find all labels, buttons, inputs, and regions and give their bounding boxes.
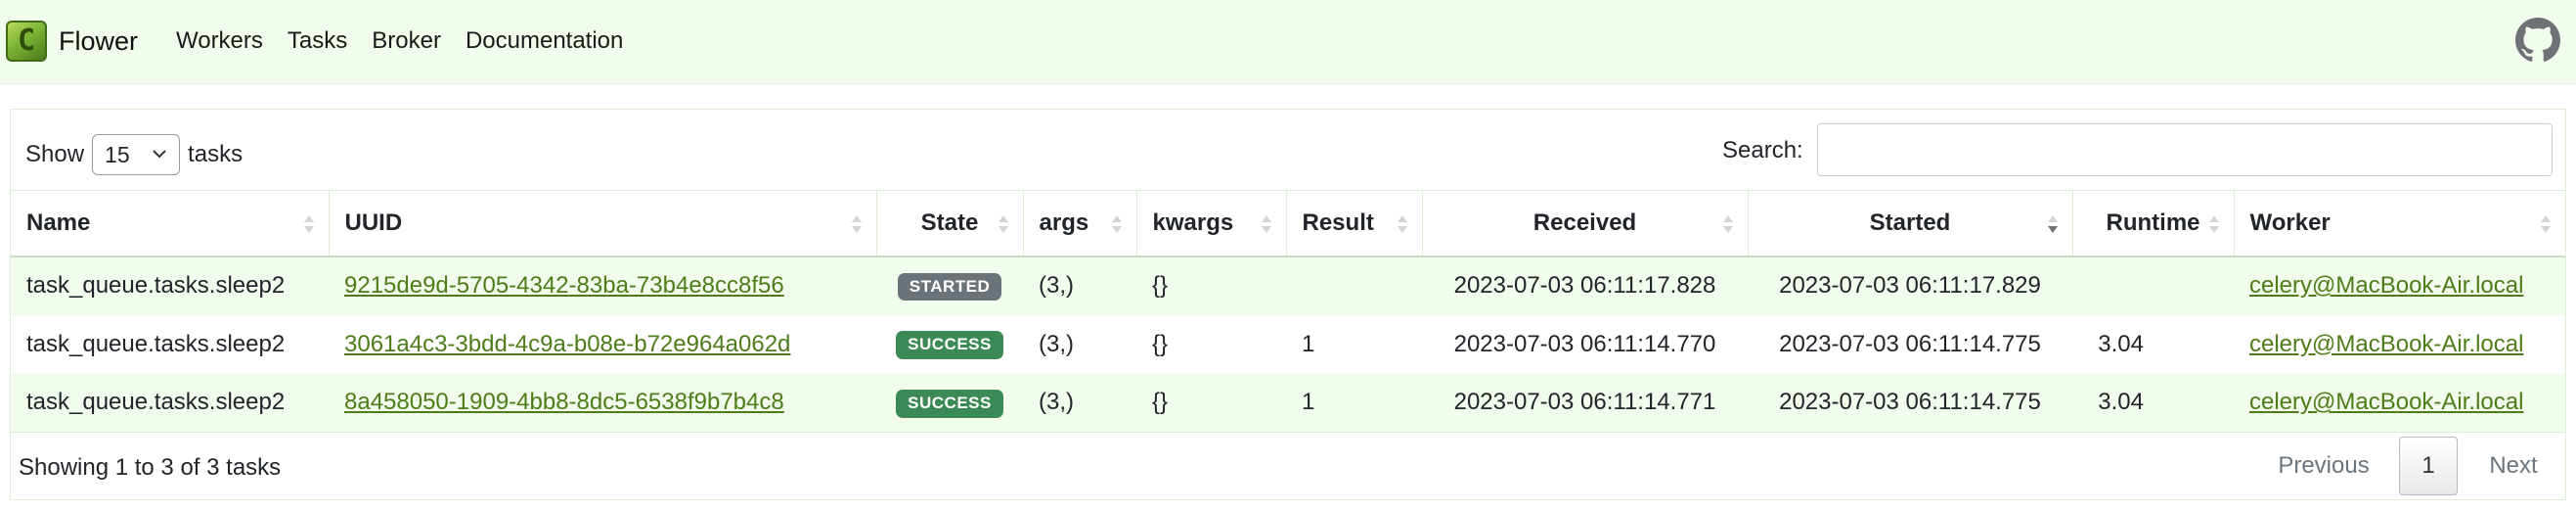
column-header-name[interactable]: Name xyxy=(11,190,330,257)
task-worker-cell: celery@MacBook-Air.local xyxy=(2234,373,2565,433)
chevron-down-icon xyxy=(153,150,166,159)
task-uuid-cell: 8a458050-1909-4bb8-8dc5-6538f9b7b4c8 xyxy=(329,373,876,433)
column-header-uuid[interactable]: UUID xyxy=(329,190,877,257)
column-header-started[interactable]: Started xyxy=(1748,190,2073,257)
task-name: task_queue.tasks.sleep2 xyxy=(11,256,329,315)
nav-link-documentation[interactable]: Documentation xyxy=(466,27,623,55)
task-result: 1 xyxy=(1286,314,1422,374)
status-badge: SUCCESS xyxy=(896,331,1003,359)
page-length-control: Show 15 tasks xyxy=(25,134,243,175)
task-started: 2023-07-03 06:11:14.775 xyxy=(1748,314,2072,374)
column-header-result[interactable]: Result xyxy=(1286,190,1423,257)
table-row: task_queue.tasks.sleep2 3061a4c3-3bdd-4c… xyxy=(11,314,2565,374)
task-args: (3,) xyxy=(1023,373,1136,433)
table-row: task_queue.tasks.sleep2 8a458050-1909-4b… xyxy=(11,373,2565,433)
page-button-1[interactable]: 1 xyxy=(2399,437,2458,495)
search-label: Search: xyxy=(1722,137,1803,163)
column-header-args[interactable]: args xyxy=(1023,190,1137,257)
navbar: C Flower Workers Tasks Broker Documentat… xyxy=(0,0,2576,84)
sort-icon xyxy=(1261,215,1271,233)
task-received: 2023-07-03 06:11:17.828 xyxy=(1422,256,1748,315)
task-runtime: 3.04 xyxy=(2072,314,2234,374)
column-header-received[interactable]: Received xyxy=(1422,190,1749,257)
pagination: Previous 1 Next xyxy=(2260,437,2557,495)
page-size-value: 15 xyxy=(105,141,130,167)
table-info: Showing 1 to 3 of 3 tasks xyxy=(19,454,282,481)
task-uuid-link[interactable]: 8a458050-1909-4bb8-8dc5-6538f9b7b4c8 xyxy=(344,389,784,415)
sort-icon xyxy=(303,215,314,233)
sort-icon xyxy=(2208,215,2219,233)
tasks-panel: Show 15 tasks Search: Name UUID State ar… xyxy=(10,109,2566,500)
task-uuid-link[interactable]: 3061a4c3-3bdd-4c9a-b08e-b72e964a062d xyxy=(344,331,790,357)
task-started: 2023-07-03 06:11:14.775 xyxy=(1748,373,2072,433)
task-state-cell: SUCCESS xyxy=(876,314,1023,374)
task-name: task_queue.tasks.sleep2 xyxy=(11,314,329,374)
task-kwargs: {} xyxy=(1136,256,1286,315)
sort-icon xyxy=(2541,215,2551,233)
nav-links: Workers Tasks Broker Documentation xyxy=(176,22,647,61)
github-icon[interactable] xyxy=(2515,18,2560,63)
page-size-select[interactable]: 15 xyxy=(92,134,181,175)
previous-page-button[interactable]: Previous xyxy=(2260,437,2387,495)
task-runtime xyxy=(2072,256,2234,315)
task-uuid-link[interactable]: 9215de9d-5705-4342-83ba-73b4e8cc8f56 xyxy=(344,272,784,299)
table-row: task_queue.tasks.sleep2 9215de9d-5705-43… xyxy=(11,256,2565,315)
status-badge: SUCCESS xyxy=(896,389,1003,418)
task-runtime: 3.04 xyxy=(2072,373,2234,433)
task-uuid-cell: 9215de9d-5705-4342-83ba-73b4e8cc8f56 xyxy=(329,256,876,315)
brand-name: Flower xyxy=(59,25,139,56)
sort-icon xyxy=(1397,215,1407,233)
task-state-cell: STARTED xyxy=(876,256,1023,315)
flower-logo-icon: C xyxy=(6,21,47,62)
brand-link[interactable]: C Flower xyxy=(6,20,138,63)
task-state-cell: SUCCESS xyxy=(876,373,1023,433)
sort-icon xyxy=(851,215,862,233)
tasks-table: Name UUID State args kwargs Result Recei… xyxy=(11,190,2565,433)
task-worker-link[interactable]: celery@MacBook-Air.local xyxy=(2249,389,2523,415)
table-header-row: Name UUID State args kwargs Result Recei… xyxy=(11,190,2565,257)
column-header-runtime[interactable]: Runtime xyxy=(2072,190,2235,257)
task-started: 2023-07-03 06:11:17.829 xyxy=(1748,256,2072,315)
task-worker-link[interactable]: celery@MacBook-Air.local xyxy=(2249,331,2523,357)
column-header-state[interactable]: State xyxy=(876,190,1024,257)
task-result xyxy=(1286,256,1422,315)
column-header-worker[interactable]: Worker xyxy=(2234,190,2565,257)
task-received: 2023-07-03 06:11:14.771 xyxy=(1422,373,1748,433)
sort-desc-icon xyxy=(2047,215,2058,233)
show-label: Show xyxy=(25,141,85,167)
status-badge: STARTED xyxy=(897,272,1002,302)
sort-icon xyxy=(1111,215,1122,233)
sort-icon xyxy=(998,215,1008,233)
task-args: (3,) xyxy=(1023,256,1136,315)
task-kwargs: {} xyxy=(1136,314,1286,374)
search-input[interactable] xyxy=(1817,123,2553,176)
table-controls: Show 15 tasks Search: xyxy=(11,110,2565,190)
nav-link-tasks[interactable]: Tasks xyxy=(288,27,347,55)
tasks-label: tasks xyxy=(188,141,244,167)
nav-link-workers[interactable]: Workers xyxy=(176,27,263,55)
next-page-button[interactable]: Next xyxy=(2469,437,2557,495)
nav-link-broker[interactable]: Broker xyxy=(372,27,441,55)
task-worker-cell: celery@MacBook-Air.local xyxy=(2234,314,2565,374)
task-name: task_queue.tasks.sleep2 xyxy=(11,373,329,433)
task-received: 2023-07-03 06:11:14.770 xyxy=(1422,314,1748,374)
logo-letter: C xyxy=(17,23,36,58)
task-args: (3,) xyxy=(1023,314,1136,374)
task-worker-cell: celery@MacBook-Air.local xyxy=(2234,256,2565,315)
column-header-kwargs[interactable]: kwargs xyxy=(1136,190,1287,257)
task-kwargs: {} xyxy=(1136,373,1286,433)
task-uuid-cell: 3061a4c3-3bdd-4c9a-b08e-b72e964a062d xyxy=(329,314,876,374)
task-worker-link[interactable]: celery@MacBook-Air.local xyxy=(2249,272,2523,299)
task-result: 1 xyxy=(1286,373,1422,433)
sort-icon xyxy=(1722,215,1733,233)
